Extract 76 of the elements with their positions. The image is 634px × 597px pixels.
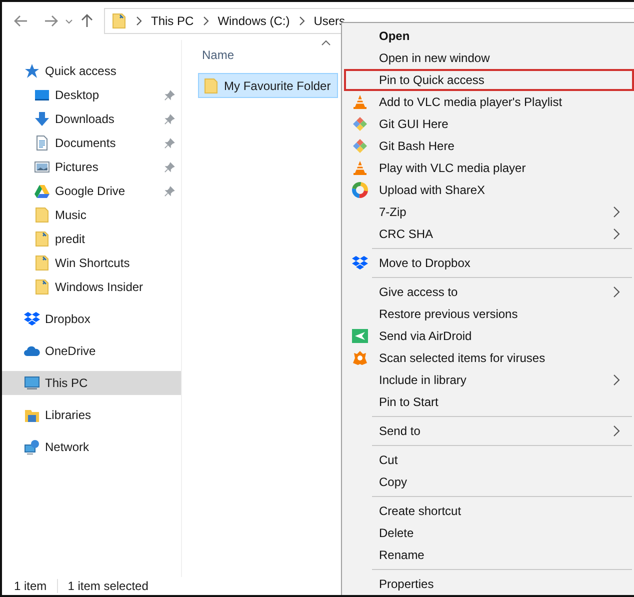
folder-icon bbox=[34, 207, 50, 223]
desktop-icon bbox=[34, 87, 50, 103]
dropbox-icon bbox=[352, 255, 368, 271]
menu-item[interactable]: Move to Dropbox bbox=[344, 252, 634, 274]
sidebar-item[interactable]: Google Drive bbox=[2, 179, 181, 203]
up-arrow-icon bbox=[81, 14, 93, 28]
menu-item[interactable]: 7-Zip bbox=[344, 201, 634, 223]
breadcrumb[interactable]: Windows (C:) bbox=[218, 14, 290, 28]
menu-item[interactable]: Git Bash Here bbox=[344, 135, 634, 157]
shortcut-folder-icon bbox=[34, 231, 50, 247]
computer-icon bbox=[24, 375, 40, 391]
menu-item[interactable]: Rename bbox=[344, 544, 634, 566]
pictures-icon bbox=[34, 159, 50, 175]
status-text: 1 item bbox=[14, 579, 48, 593]
column-header[interactable]: Name bbox=[202, 48, 234, 62]
menu-item[interactable]: Play with VLC media player bbox=[344, 157, 634, 179]
sidebar-item[interactable]: Win Shortcuts bbox=[2, 251, 181, 275]
back-arrow-icon bbox=[14, 15, 28, 27]
menu-item[interactable]: Properties bbox=[344, 573, 634, 595]
breadcrumb[interactable]: This PC bbox=[151, 14, 194, 28]
sidebar-item[interactable]: Pictures bbox=[2, 155, 181, 179]
folder-icon bbox=[203, 78, 219, 94]
download-arrow-icon bbox=[34, 111, 50, 127]
shortcut-folder-icon bbox=[34, 279, 50, 295]
status-text: 1 item selected bbox=[56, 579, 158, 593]
menu-item[interactable]: Send via AirDroid bbox=[344, 325, 634, 347]
sidebar-item[interactable]: OneDrive bbox=[2, 339, 181, 363]
drive-icon bbox=[34, 183, 50, 199]
shortcut-folder-icon bbox=[34, 255, 50, 271]
chevron-icon bbox=[135, 16, 143, 26]
sidebar-item[interactable]: This PC bbox=[2, 371, 181, 395]
badge-icon bbox=[352, 350, 368, 366]
menu-item[interactable]: Send to bbox=[344, 420, 634, 442]
paper-plane-icon bbox=[352, 328, 368, 344]
menu-item[interactable]: Copy bbox=[344, 471, 634, 493]
library-icon bbox=[24, 407, 40, 423]
sidebar-item[interactable]: Libraries bbox=[2, 403, 181, 427]
menu-item[interactable]: Create shortcut bbox=[344, 500, 634, 522]
chevron-icon bbox=[202, 16, 210, 26]
sort-caret-icon bbox=[321, 40, 331, 46]
sidebar-item[interactable]: Documents bbox=[2, 131, 181, 155]
menu-item[interactable]: Open in new window bbox=[344, 47, 634, 69]
colored-diamond-icon bbox=[352, 138, 368, 154]
menu-item[interactable]: Pin to Quick access bbox=[344, 69, 634, 91]
menu-item[interactable]: Include in library bbox=[344, 369, 634, 391]
network-icon bbox=[24, 439, 40, 455]
star-icon bbox=[24, 63, 40, 79]
menu-item[interactable]: Restore previous versions bbox=[344, 303, 634, 325]
forward-arrow-icon bbox=[44, 15, 58, 27]
menu-item[interactable]: Upload with ShareX bbox=[344, 179, 634, 201]
menu-item[interactable]: Git GUI Here bbox=[344, 113, 634, 135]
file-item[interactable]: My Favourite Folder bbox=[198, 73, 338, 98]
caret-icon bbox=[65, 18, 73, 24]
traffic-cone-icon bbox=[352, 160, 368, 176]
sidebar-item[interactable]: Windows Insider bbox=[2, 275, 181, 299]
menu-item[interactable]: Scan selected items for viruses bbox=[344, 347, 634, 369]
sidebar-item[interactable]: predit bbox=[2, 227, 181, 251]
menu-item[interactable]: Pin to Start bbox=[344, 391, 634, 413]
menu-item[interactable]: Delete bbox=[344, 522, 634, 544]
shortcut-folder-icon bbox=[111, 13, 127, 29]
sidebar-item[interactable]: Network bbox=[2, 435, 181, 459]
sidebar-item[interactable]: Dropbox bbox=[2, 307, 181, 331]
sidebar-item[interactable]: Music bbox=[2, 203, 181, 227]
document-icon bbox=[34, 135, 50, 151]
dropbox-icon bbox=[24, 311, 40, 327]
sidebar-item[interactable]: Desktop bbox=[2, 83, 181, 107]
chevron-icon bbox=[298, 16, 306, 26]
traffic-cone-icon bbox=[352, 94, 368, 110]
sidebar-item[interactable]: Downloads bbox=[2, 107, 181, 131]
menu-item[interactable]: Add to VLC media player's Playlist bbox=[344, 91, 634, 113]
menu-item[interactable]: Give access to bbox=[344, 281, 634, 303]
colored-diamond-icon bbox=[352, 116, 368, 132]
menu-item[interactable]: CRC SHA bbox=[344, 223, 634, 245]
sidebar-item[interactable]: Quick access bbox=[2, 59, 181, 83]
colored-ring-icon bbox=[352, 182, 368, 198]
menu-item[interactable]: Cut bbox=[344, 449, 634, 471]
